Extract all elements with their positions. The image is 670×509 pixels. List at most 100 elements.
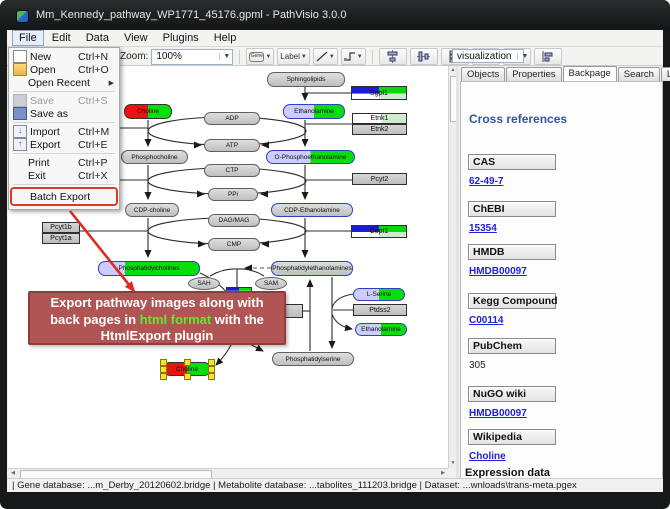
cross-references-heading: Cross references [469,112,567,126]
file-menu-item-batch-export[interactable]: Batch Export [10,187,118,206]
file-menu-item-new[interactable]: NewCtrl+N [10,50,118,63]
align-middle-button[interactable] [410,48,438,65]
menu-edit[interactable]: Edit [45,30,78,46]
node-choline-top[interactable]: Choline [124,104,172,119]
node-pcyt1a[interactable]: Pcyt1a [42,233,80,244]
node-cept1[interactable]: Cept1 [351,225,407,238]
file-menu-item-open[interactable]: OpenCtrl+O [10,63,118,76]
node-sphingolipids[interactable]: Sphingolipids [267,72,345,87]
node-phosphatidylethanolamines[interactable]: Phosphatidylethanolamines [271,261,353,276]
file-menu-item-save-as[interactable]: Save as [10,107,118,120]
title-bar[interactable]: Mm_Kennedy_pathway_WP1771_45176.gpml - P… [0,0,670,30]
selection-handle[interactable] [184,373,191,380]
menu-data[interactable]: Data [79,30,116,46]
visualization-select[interactable]: visualization ▼ [452,49,524,63]
menu-help[interactable]: Help [207,30,244,46]
node-sgpl1[interactable]: Sgpl1 [351,86,407,100]
node-l-serine[interactable]: L-Serine [353,288,405,301]
menu-separator [13,153,115,154]
scroll-right-icon[interactable]: ▶ [438,469,448,478]
menu-view[interactable]: View [117,30,155,46]
label-node-button[interactable]: Label ▼ [277,48,310,65]
node-o-phosphoethanolamine[interactable]: O-Phosphoethanolamine [266,150,355,164]
vertical-scrollbar[interactable]: ▲ ▼ [448,66,456,468]
chevron-down-icon: ▼ [329,54,335,60]
file-menu-item-save[interactable]: SaveCtrl+S [10,94,118,107]
menu-item-shortcut: Ctrl+S [78,95,116,107]
node-pcyt1b[interactable]: Pcyt1b [42,222,80,233]
align-center-button[interactable] [379,48,407,65]
xref-header: PubChem [468,338,556,354]
xref-link[interactable]: 62-49-7 [469,176,503,187]
node-gene-hidden-2[interactable] [283,304,303,318]
zoom-select[interactable]: 100% ▼ [151,49,233,65]
tab-legend[interactable]: Legend [661,67,670,81]
window-title: Mm_Kennedy_pathway_WP1771_45176.gpml - P… [36,9,346,21]
node-phosphatidylserine[interactable]: Phosphatidylserine [272,352,354,366]
node-cmp[interactable]: CMP [208,238,260,251]
line-tool-button[interactable]: ▼ [313,48,338,65]
node-ctp[interactable]: CTP [204,164,260,177]
node-ethanolamine-bottom[interactable]: Ethanolamine [355,323,407,336]
xref-header: CAS [468,154,556,170]
connector-tool-button[interactable]: ▼ [341,48,366,65]
xref-header: Wikipedia [468,429,556,445]
align-left-icon [541,50,554,63]
node-ppi[interactable]: PPi [208,188,258,201]
node-cdp-ethanolamine[interactable]: CDP-Ethanolamine [271,203,353,217]
selection-handle[interactable] [160,366,167,373]
file-menu-item-exit[interactable]: ExitCtrl+X [10,169,118,182]
selection-handle[interactable] [208,359,215,366]
node-sah[interactable]: SAH [188,277,220,290]
no-icon [15,191,27,202]
node-dag-mag[interactable]: DAG/MAG [208,214,260,227]
xref-link[interactable]: HMDB00097 [469,408,527,419]
menu-file[interactable]: File [12,30,44,46]
selection-handle[interactable] [160,359,167,366]
selection-handle[interactable] [160,373,167,380]
menu-plugins[interactable]: Plugins [156,30,206,46]
horizontal-scrollbar[interactable]: ◀ ▶ [8,468,448,478]
scroll-left-icon[interactable]: ◀ [8,469,18,478]
selection-handle[interactable] [184,359,191,366]
xref-link[interactable]: Choline [469,451,506,462]
selection-handle[interactable] [208,373,215,380]
file-menu-item-print[interactable]: PrintCtrl+P [10,156,118,169]
xref-link[interactable]: 15354 [469,223,497,234]
file-menu-item-import[interactable]: ↓ImportCtrl+M [10,125,118,138]
chevron-down-icon: ▼ [357,54,363,60]
node-etnk1[interactable]: Etnk1 [352,113,407,124]
node-atp[interactable]: ATP [204,139,260,152]
selection-handle[interactable] [208,366,215,373]
gene-node-button[interactable]: Gene ▼ [246,48,274,65]
no-icon [13,77,25,88]
line-icon [316,51,328,62]
node-phosphatidylcholines[interactable]: Phosphatidylcholines [98,261,200,276]
align-left-button[interactable] [534,48,562,65]
node-phosphocholine[interactable]: Phosphocholine [121,150,188,164]
node-ethanolamine-top[interactable]: Ethanolamine [283,104,345,119]
node-etnk2[interactable]: Etnk2 [352,124,407,135]
menu-item-shortcut: Ctrl+P [78,157,116,169]
menu-item-shortcut: Ctrl+X [78,170,116,182]
callout-annotation: Export pathway images along with back pa… [28,291,286,345]
new-icon [13,50,27,63]
file-menu-item-export[interactable]: ↑ExportCtrl+E [10,138,118,151]
node-cdp-choline[interactable]: CDP-choline [125,203,179,217]
tab-objects[interactable]: Objects [461,67,505,81]
sidebar: ObjectsPropertiesBackpageSearchLegend Cr… [459,66,663,478]
menu-bar: FileEditDataViewPluginsHelp [7,30,663,47]
node-sam[interactable]: SAM [255,277,287,290]
menu-item-label: Batch Export [30,191,90,203]
file-menu-item-open-recent[interactable]: Open Recent▶ [10,76,118,89]
node-adp[interactable]: ADP [204,112,260,125]
tab-properties[interactable]: Properties [506,67,561,81]
chevron-down-icon: ▼ [265,54,271,60]
save-icon [13,94,27,107]
xref-link[interactable]: C00114 [469,315,503,326]
xref-link[interactable]: HMDB00097 [469,266,527,277]
node-ptdss2[interactable]: Ptdss2 [353,304,407,316]
tab-search[interactable]: Search [618,67,660,81]
tab-backpage[interactable]: Backpage [563,66,617,81]
node-pcyt2[interactable]: Pcyt2 [352,173,407,185]
